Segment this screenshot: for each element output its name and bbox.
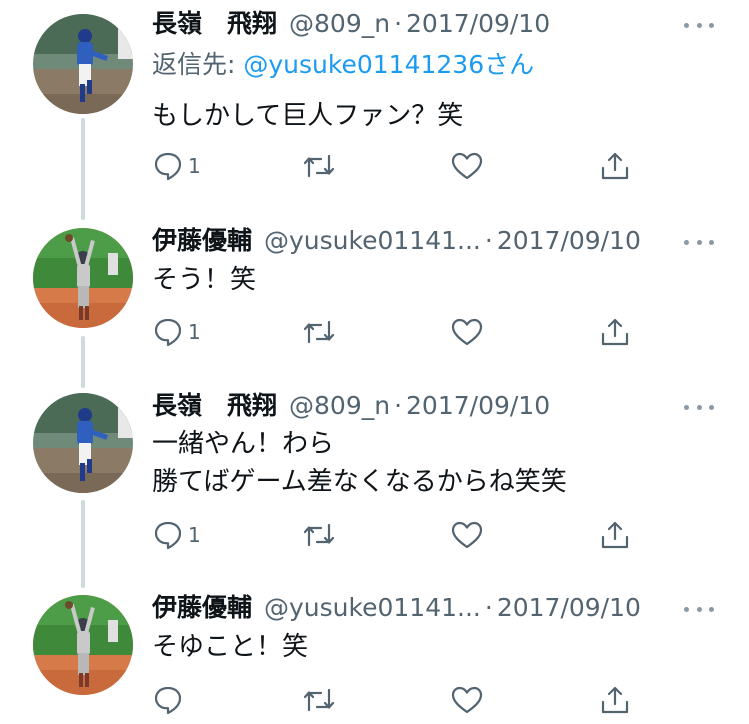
- author-handle[interactable]: @yusuke01141...: [264, 590, 481, 626]
- tweet-date[interactable]: 2017/09/10: [406, 6, 550, 42]
- retweet-button[interactable]: [302, 312, 336, 352]
- retweet-icon: [303, 154, 335, 178]
- reply-icon: [154, 521, 182, 550]
- tweet-actions: 1: [152, 146, 642, 186]
- tweet-date[interactable]: 2017/09/10: [406, 388, 550, 424]
- tweet-text-line: そう！笑: [152, 265, 257, 295]
- like-button[interactable]: [450, 515, 484, 555]
- author-name[interactable]: 伊藤優輔: [152, 590, 252, 626]
- avatar[interactable]: [33, 228, 133, 328]
- tweet-header: 伊藤優輔 @yusuke01141... · 2017/09/10: [152, 223, 641, 259]
- more-icon[interactable]: [684, 19, 714, 31]
- tweet-actions: 1: [152, 515, 642, 555]
- retweet-button[interactable]: [302, 680, 336, 720]
- thread-line: [81, 336, 85, 388]
- reply-count: 1: [188, 523, 201, 547]
- reply-count: 1: [188, 320, 201, 344]
- author-name[interactable]: 長嶺 飛翔: [152, 6, 277, 42]
- tweet-header: 長嶺 飛翔 @809_n · 2017/09/10: [152, 6, 550, 42]
- author-handle[interactable]: @yusuke01141...: [264, 223, 481, 259]
- share-icon: [601, 686, 629, 714]
- tweet-text-line: 一緒やん！わら: [152, 429, 335, 459]
- author-name[interactable]: 長嶺 飛翔: [152, 388, 277, 424]
- reply-button[interactable]: 1: [152, 146, 201, 186]
- share-icon: [601, 152, 629, 180]
- retweet-icon: [303, 320, 335, 344]
- reply-prefix: 返信先:: [152, 50, 244, 79]
- reply-context: 返信先: @yusuke01141236さん: [152, 48, 534, 82]
- tweet-header: 伊藤優輔 @yusuke01141... · 2017/09/10: [152, 590, 641, 626]
- heart-icon: [451, 318, 483, 346]
- retweet-button[interactable]: [302, 146, 336, 186]
- reply-mention-link[interactable]: @yusuke01141236さん: [243, 50, 534, 79]
- retweet-button[interactable]: [302, 515, 336, 555]
- share-button[interactable]: [599, 312, 631, 352]
- tweet-text-line: そゆこと！笑: [152, 632, 309, 662]
- tweet-date[interactable]: 2017/09/10: [497, 590, 641, 626]
- share-button[interactable]: [599, 680, 631, 720]
- retweet-icon: [303, 523, 335, 547]
- tweet-date[interactable]: 2017/09/10: [497, 223, 641, 259]
- tweet-text: そう！笑: [152, 261, 256, 299]
- reply-icon: [154, 686, 182, 715]
- reply-icon: [154, 318, 182, 347]
- like-button[interactable]: [450, 146, 484, 186]
- tweet-text-line: もしかして巨人ファン？笑: [152, 101, 464, 131]
- separator-dot: ·: [394, 391, 403, 420]
- avatar[interactable]: [33, 393, 133, 493]
- tweet-header: 長嶺 飛翔 @809_n · 2017/09/10: [152, 388, 550, 424]
- heart-icon: [451, 686, 483, 714]
- share-button[interactable]: [599, 515, 631, 555]
- more-icon[interactable]: [684, 236, 714, 248]
- tweet-actions: [152, 680, 642, 720]
- tweet-text: 一緒やん！わら 勝てばゲーム差なくなるからね笑笑: [152, 425, 567, 501]
- author-handle[interactable]: @809_n: [289, 388, 390, 424]
- author-handle[interactable]: @809_n: [289, 6, 390, 42]
- separator-dot: ·: [484, 226, 493, 255]
- reply-button[interactable]: 1: [152, 515, 201, 555]
- more-icon[interactable]: [684, 401, 714, 413]
- heart-icon: [451, 152, 483, 180]
- reply-count: 1: [188, 154, 201, 178]
- tweet[interactable]: 長嶺 飛翔 @809_n · 2017/09/10 返信先: @yusuke01…: [0, 0, 749, 210]
- share-icon: [601, 521, 629, 549]
- tweet-text: もしかして巨人ファン？笑: [152, 97, 463, 135]
- thread-line: [81, 500, 85, 588]
- reply-button[interactable]: [152, 680, 188, 720]
- tweet[interactable]: 伊藤優輔 @yusuke01141... · 2017/09/10 そゆこと！笑: [0, 0, 749, 715]
- tweet-actions: 1: [152, 312, 642, 352]
- share-icon: [601, 318, 629, 346]
- tweet-text: そゆこと！笑: [152, 628, 308, 666]
- heart-icon: [451, 521, 483, 549]
- like-button[interactable]: [450, 680, 484, 720]
- share-button[interactable]: [599, 146, 631, 186]
- author-name[interactable]: 伊藤優輔: [152, 223, 252, 259]
- retweet-icon: [303, 688, 335, 712]
- avatar[interactable]: [33, 595, 133, 695]
- like-button[interactable]: [450, 312, 484, 352]
- reply-icon: [154, 152, 182, 181]
- reply-button[interactable]: 1: [152, 312, 201, 352]
- separator-dot: ·: [394, 9, 403, 38]
- tweet-text-line: 勝てばゲーム差なくなるからね笑笑: [152, 467, 567, 497]
- more-icon[interactable]: [684, 603, 714, 615]
- separator-dot: ·: [484, 593, 493, 622]
- avatar[interactable]: [33, 14, 133, 114]
